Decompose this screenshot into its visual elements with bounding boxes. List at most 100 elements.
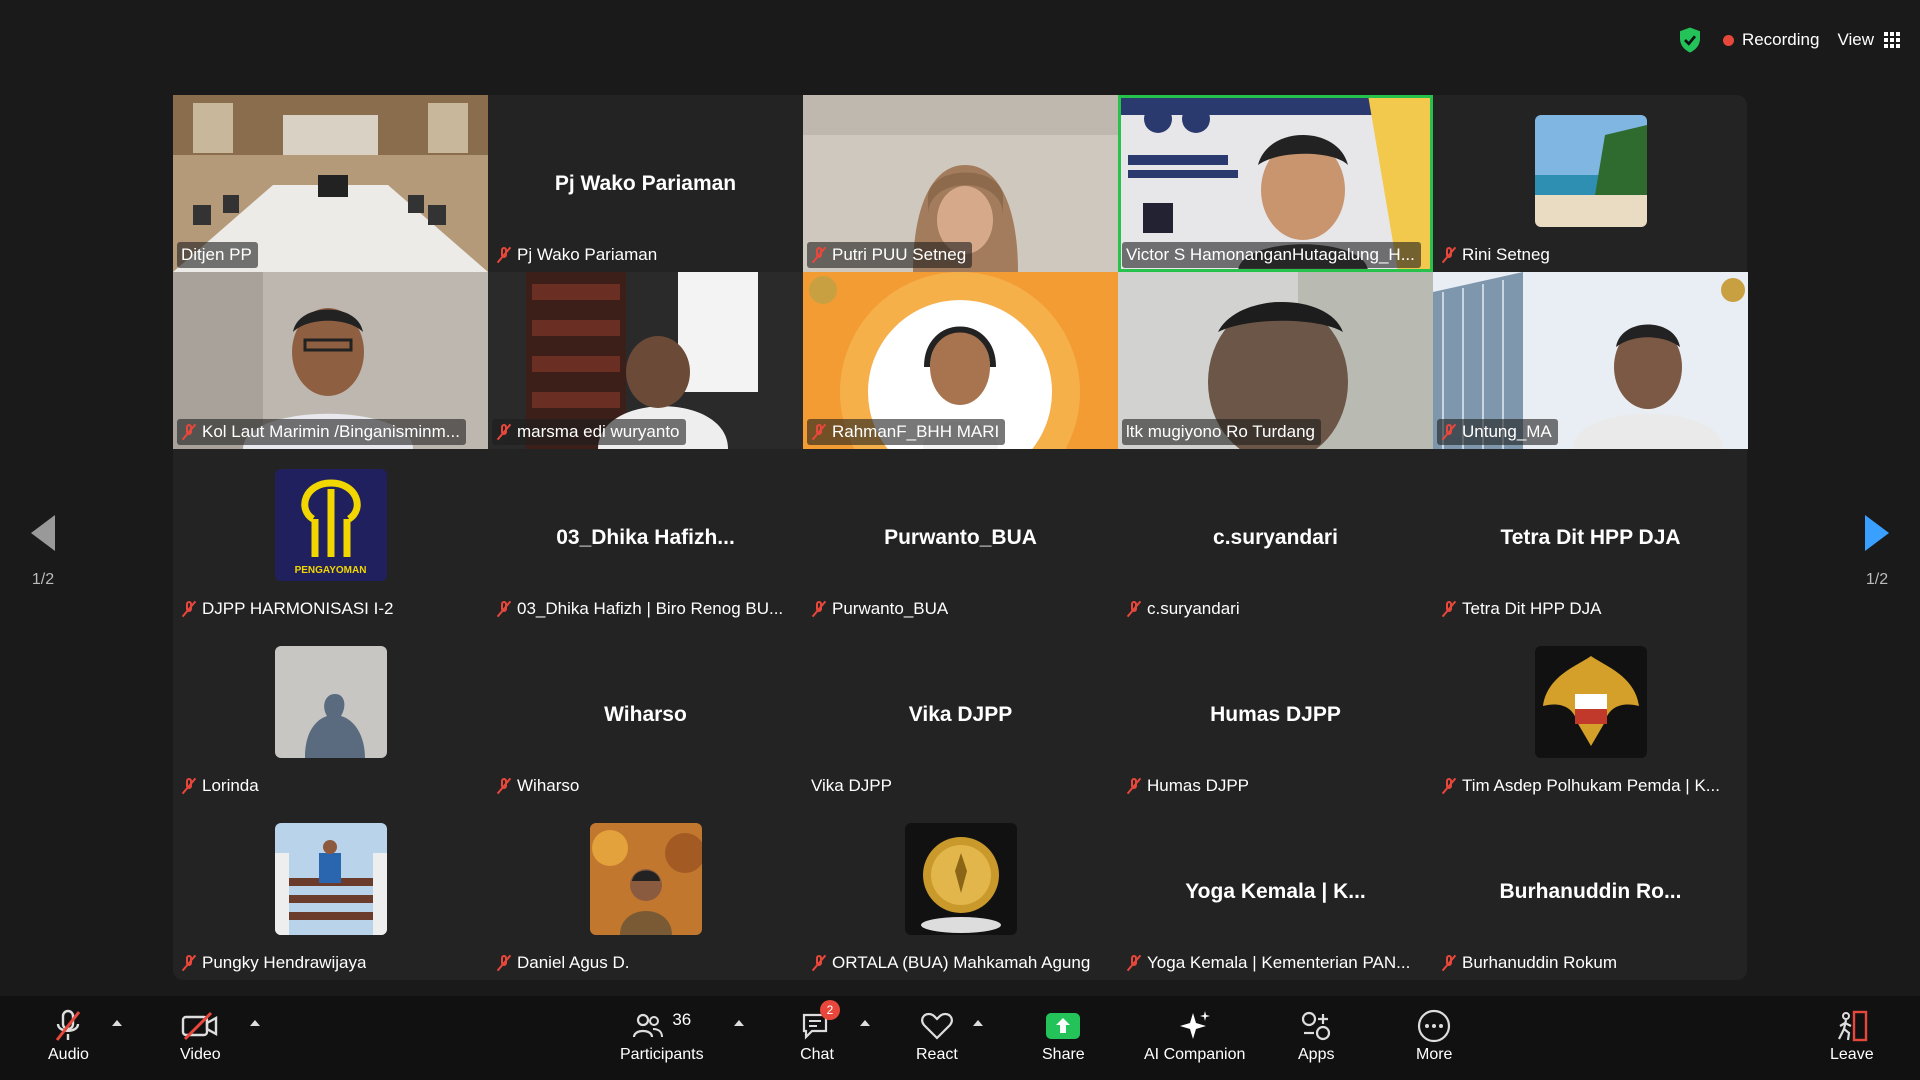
microphone-muted-icon	[181, 423, 197, 441]
participant-name: Rini Setneg	[1462, 245, 1550, 264]
leave-button[interactable]: Leave	[1830, 1006, 1874, 1076]
more-button[interactable]: More	[1416, 1006, 1452, 1076]
react-button[interactable]: React	[916, 1006, 958, 1076]
chat-options-caret-icon[interactable]	[860, 1020, 870, 1026]
participant-name: Victor S HamonanganHutagalung_H...	[1126, 245, 1415, 264]
participants-label: Participants	[620, 1046, 704, 1063]
participant-tile[interactable]: Victor S HamonanganHutagalung_H...	[1118, 95, 1433, 272]
participant-tile[interactable]: ORTALA (BUA) Mahkamah Agung	[803, 803, 1118, 980]
participant-tile[interactable]: RahmanF_BHH MARI	[803, 272, 1118, 449]
participants-count: 36	[672, 1010, 692, 1029]
microphone-muted-icon	[811, 423, 827, 441]
microphone-muted-icon	[1126, 600, 1142, 618]
participant-tile[interactable]: Ditjen PP	[173, 95, 488, 272]
participant-name-label: Untung_MA	[1437, 419, 1558, 445]
participant-avatar	[1534, 115, 1647, 227]
participant-name-label: Tetra Dit HPP DJA	[1437, 596, 1608, 622]
participant-tile[interactable]: Tetra Dit HPP DJA Tetra Dit HPP DJA	[1433, 449, 1748, 626]
chat-icon: 2	[800, 1000, 840, 1046]
participant-tile[interactable]: Yoga Kemala | K... Yoga Kemala | Kementer…	[1118, 803, 1433, 980]
chat-label: Chat	[800, 1046, 834, 1063]
participant-tile[interactable]: Kol Laut Marimin /Binganisminm...	[173, 272, 488, 449]
participant-name: DJPP HARMONISASI I-2	[202, 599, 394, 618]
participant-tile[interactable]: Tim Asdep Polhukam Pemda | K...	[1433, 626, 1748, 803]
participant-tile[interactable]: Pj Wako Pariaman Pj Wako Pariaman	[488, 95, 803, 272]
participant-name: 03_Dhika Hafizh | Biro Renog BU...	[517, 599, 784, 618]
participant-tile[interactable]: Burhanuddin Ro... Burhanuddin Rokum	[1433, 803, 1748, 980]
participant-tile[interactable]: Humas DJPP Humas DJPP	[1118, 626, 1433, 803]
participant-display-name: Burhanuddin Ro...	[1499, 879, 1682, 903]
participants-options-caret-icon[interactable]	[734, 1020, 744, 1026]
participant-name: Vika DJPP	[811, 776, 892, 795]
video-options-caret-icon[interactable]	[250, 1020, 260, 1026]
microphone-muted-icon	[496, 423, 512, 441]
participant-name-label: ORTALA (BUA) Mahkamah Agung	[807, 950, 1096, 976]
apps-label: Apps	[1298, 1046, 1335, 1063]
participant-name-label: Rini Setneg	[1437, 242, 1556, 268]
participant-tile[interactable]: Putri PUU Setneg	[803, 95, 1118, 272]
participant-name-label: Pungky Hendrawijaya	[177, 950, 372, 976]
participant-tile[interactable]: Wiharso Wiharso	[488, 626, 803, 803]
participant-tile[interactable]: ltk mugiyono Ro Turdang	[1118, 272, 1433, 449]
participant-name: ltk mugiyono Ro Turdang	[1126, 422, 1315, 441]
participant-tile[interactable]: Lorinda	[173, 626, 488, 803]
participant-name: marsma edi wuryanto	[517, 422, 680, 441]
avatar-logo-text: PENGAYOMAN	[294, 565, 367, 576]
participant-tile[interactable]: Purwanto_BUA Purwanto_BUA	[803, 449, 1118, 626]
recording-label: Recording	[1741, 30, 1820, 49]
participant-gallery-grid: Ditjen PP Pj Wako Pariaman Pj Wako Pariama…	[173, 95, 1748, 980]
participant-tile[interactable]: Untung_MA	[1433, 272, 1748, 449]
microphone-muted-icon	[496, 600, 512, 618]
microphone-muted-icon	[811, 246, 827, 264]
ai-companion-label: AI Companion	[1144, 1046, 1246, 1063]
participant-name: Putri PUU Setneg	[832, 245, 967, 264]
participant-name-label: 03_Dhika Hafizh | Biro Renog BU...	[492, 596, 789, 622]
react-label: React	[916, 1046, 958, 1063]
participant-name: Burhanuddin Rokum	[1462, 953, 1617, 972]
participant-name: c.suryandari	[1147, 599, 1240, 618]
participant-name-label: Wiharso	[492, 773, 585, 799]
share-button[interactable]: Share	[1042, 1006, 1085, 1076]
participant-name: Pungky Hendrawijaya	[202, 953, 367, 972]
leave-icon	[1834, 1006, 1870, 1046]
participant-tile[interactable]: Rini Setneg	[1433, 95, 1748, 272]
participant-name-label: Kol Laut Marimin /Binganisminm...	[177, 419, 466, 445]
arrow-right-icon	[1865, 515, 1889, 551]
participants-button[interactable]: 36 Participants	[620, 1006, 704, 1076]
microphone-muted-icon	[1441, 246, 1457, 264]
heart-icon	[920, 1006, 954, 1046]
participant-tile[interactable]: 03_Dhika Hafizh... 03_Dhika Hafizh | Biro…	[488, 449, 803, 626]
participant-tile[interactable]: Vika DJPP Vika DJPP	[803, 626, 1118, 803]
participant-display-name: Purwanto_BUA	[884, 525, 1037, 549]
participant-tile[interactable]: Daniel Agus D.	[488, 803, 803, 980]
previous-page-button[interactable]: 1/2	[8, 515, 78, 589]
react-options-caret-icon[interactable]	[973, 1020, 983, 1026]
audio-button[interactable]: Audio	[48, 1006, 89, 1076]
next-page-button[interactable]: 1/2	[1842, 515, 1912, 589]
participant-tile[interactable]: marsma edi wuryanto	[488, 272, 803, 449]
microphone-muted-icon	[1441, 600, 1457, 618]
view-button[interactable]: View	[1837, 30, 1900, 50]
participant-name-label: c.suryandari	[1122, 596, 1246, 622]
ai-companion-button[interactable]: AI Companion	[1144, 1006, 1245, 1076]
apps-button[interactable]: Apps	[1298, 1006, 1334, 1076]
microphone-muted-icon	[811, 954, 827, 972]
video-button[interactable]: Video	[180, 1006, 221, 1076]
audio-options-caret-icon[interactable]	[112, 1020, 122, 1026]
participants-icon	[633, 1013, 664, 1038]
security-shield-icon[interactable]	[1675, 25, 1705, 55]
chat-button[interactable]: 2 Chat	[800, 1000, 840, 1076]
participant-name-label: Tim Asdep Polhukam Pemda | K...	[1437, 773, 1726, 799]
participant-name-label: ltk mugiyono Ro Turdang	[1122, 419, 1321, 445]
participant-name-label: Ditjen PP	[177, 242, 258, 268]
share-screen-icon	[1045, 1006, 1081, 1046]
share-label: Share	[1042, 1046, 1085, 1063]
participant-tile[interactable]: PENGAYOMAN DJPP HARMONISASI I-2	[173, 449, 488, 626]
recording-indicator[interactable]: Recording	[1722, 30, 1820, 50]
participant-tile[interactable]: c.suryandari c.suryandari	[1118, 449, 1433, 626]
page-indicator-right: 1/2	[1865, 571, 1889, 588]
microphone-muted-icon	[496, 777, 512, 795]
participant-avatar	[274, 823, 387, 935]
participant-tile[interactable]: Pungky Hendrawijaya	[173, 803, 488, 980]
participant-name-label: Humas DJPP	[1122, 773, 1255, 799]
